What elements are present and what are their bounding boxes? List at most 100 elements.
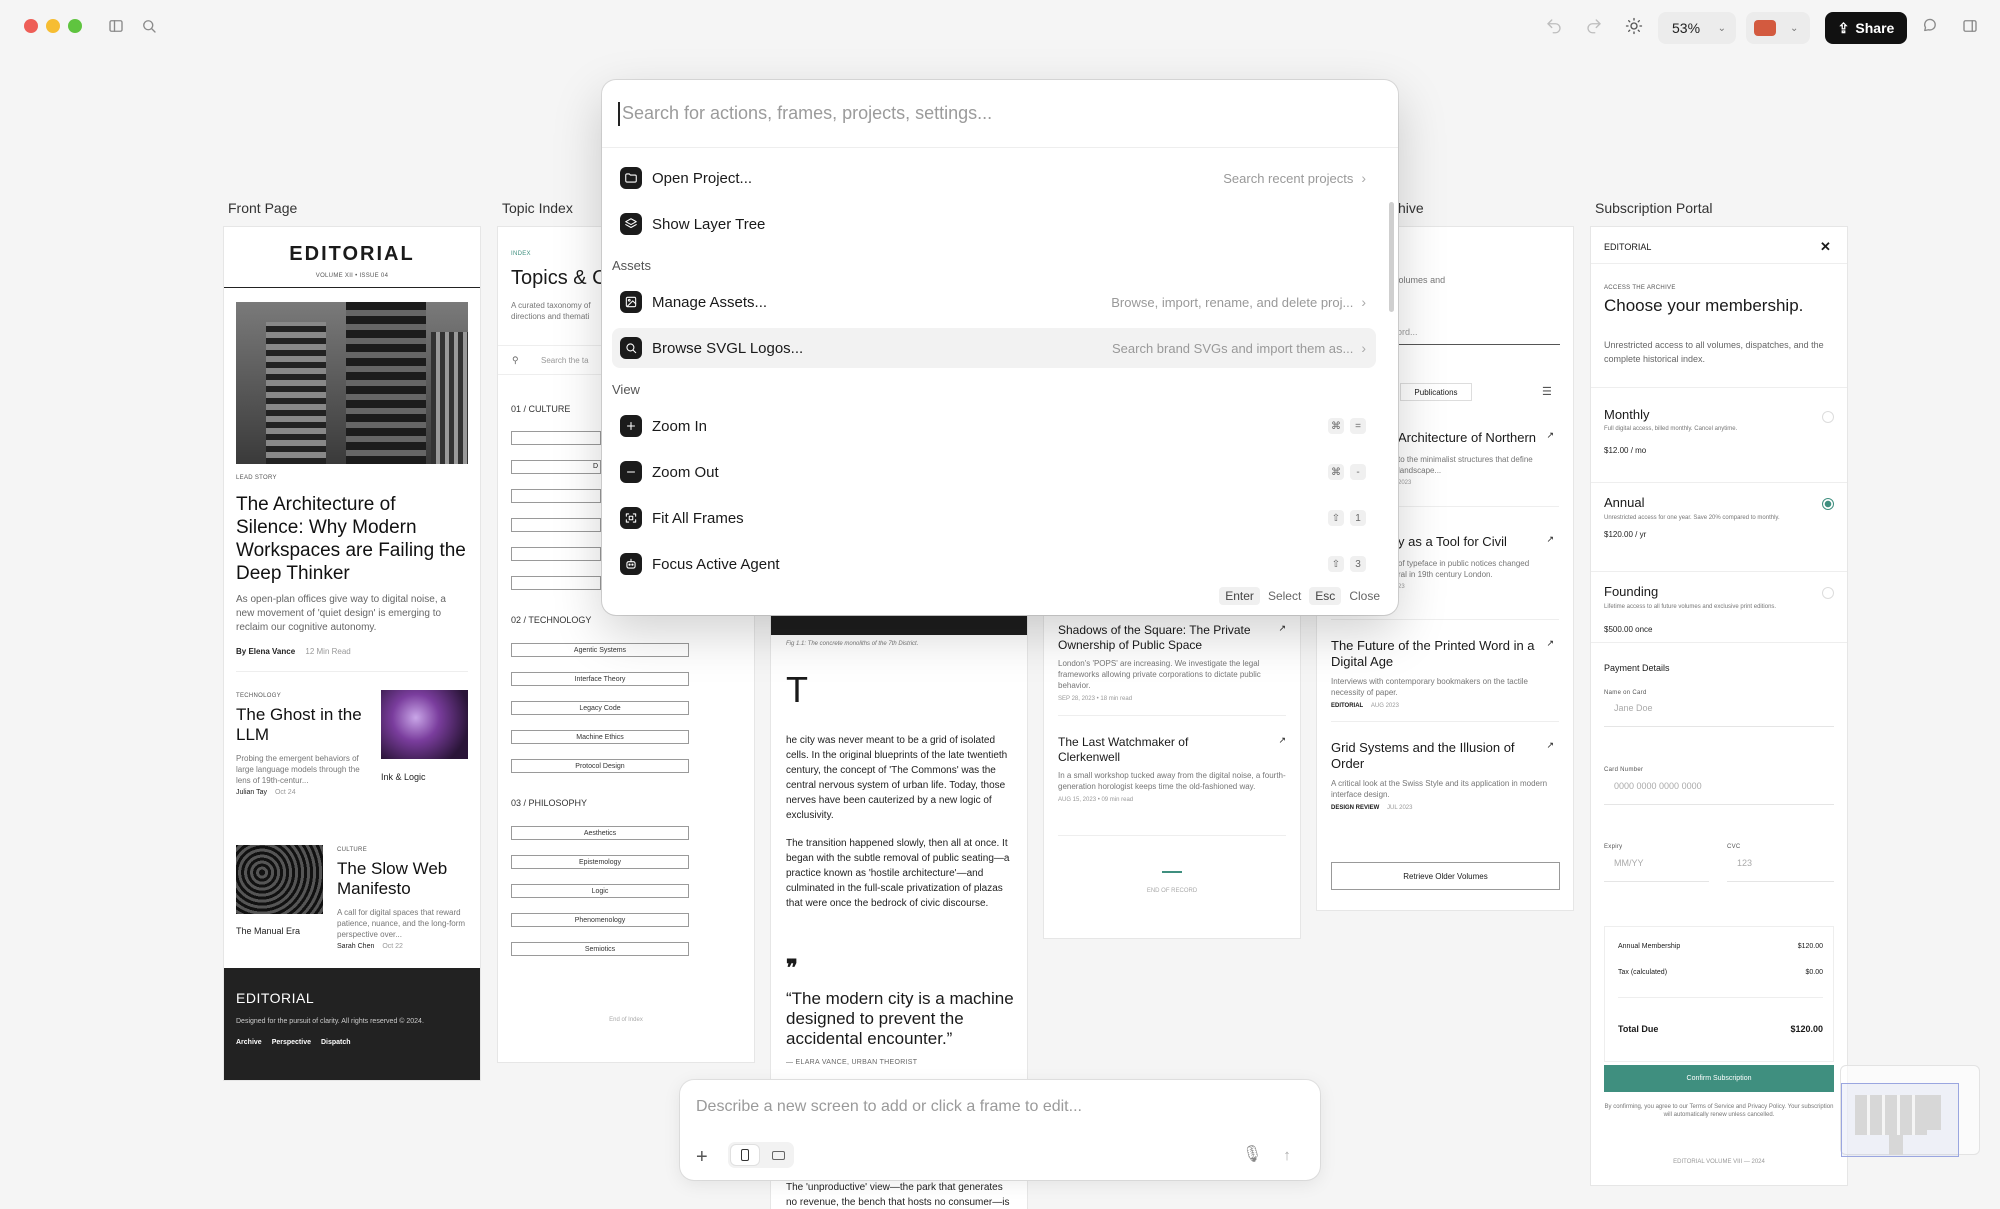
palette-item-focus-active-agent[interactable]: Focus Active Agent ⇧ 3 [612, 544, 1376, 584]
add-icon[interactable]: + [696, 1146, 708, 1169]
topic-machine-ethics[interactable]: Machine Ethics [511, 730, 689, 744]
redo-icon[interactable] [1582, 14, 1606, 38]
comments-icon[interactable] [1918, 14, 1942, 38]
panel-toggle-icon[interactable] [1958, 14, 1982, 38]
lead-title[interactable]: The Architecture of Silence: Why Modern … [236, 493, 468, 585]
topic-logic[interactable]: Logic [511, 884, 689, 898]
plan-founding-radio[interactable] [1822, 587, 1834, 599]
story3-image[interactable] [236, 845, 323, 914]
frame-label-front-page[interactable]: Front Page [228, 200, 297, 216]
dispatch-frame[interactable]: Shadows of the Square: The Private Owner… [1044, 615, 1300, 938]
topic-culture-6[interactable] [511, 576, 601, 590]
share-button[interactable]: ⇪ Share [1825, 12, 1907, 44]
close-icon[interactable]: ✕ [1820, 239, 1831, 255]
agent-selector[interactable]: ⌄ [1746, 12, 1810, 44]
close-hint[interactable]: Close [1349, 589, 1380, 603]
footer-links: Archive Perspective Dispatch [236, 1039, 468, 1046]
subscription-frame[interactable]: EDITORIAL ✕ ACCESS THE ARCHIVE Choose yo… [1591, 227, 1847, 1185]
footer-link-dispatch[interactable]: Dispatch [321, 1039, 351, 1046]
expiry-placeholder: MM/YY [1614, 858, 1644, 868]
topic-epistemology[interactable]: Epistemology [511, 855, 689, 869]
story2-title[interactable]: The Ghost in the LLM [236, 705, 366, 745]
plan-annual-radio-selected[interactable] [1822, 498, 1834, 510]
palette-search[interactable] [602, 80, 1398, 148]
topic-culture-2[interactable]: D [511, 460, 601, 474]
zoom-select[interactable]: 53% ⌄ [1658, 12, 1736, 44]
minimap[interactable] [1840, 1065, 1980, 1157]
topic-aesthetics[interactable]: Aesthetics [511, 826, 689, 840]
palette-item-open-project[interactable]: Open Project... Search recent projects › [612, 158, 1376, 198]
topic-culture-3[interactable] [511, 489, 601, 503]
story3-title[interactable]: The Slow Web Manifesto [337, 859, 472, 899]
archive-item[interactable]: Grid Systems and the Illusion of Order A… [1331, 740, 1560, 811]
article-paragraph-1: he city was never meant to be a grid of … [786, 735, 1008, 821]
plan-monthly-radio[interactable] [1822, 411, 1834, 423]
footer-link-perspective[interactable]: Perspective [272, 1039, 311, 1046]
palette-search-input[interactable] [622, 103, 1342, 124]
frame-label-subscription[interactable]: Subscription Portal [1595, 200, 1713, 216]
microphone-icon[interactable]: 🎙 [1242, 1144, 1262, 1164]
order-summary: Annual Membership $120.00 Tax (calculated… [1604, 926, 1834, 1062]
expiry-input[interactable]: MM/YY [1604, 858, 1709, 882]
lead-byline: By Elena Vance 12 Min Read [236, 647, 351, 656]
mobile-icon[interactable] [731, 1145, 759, 1165]
fit-frames-icon [620, 507, 642, 529]
topic-phenomenology[interactable]: Phenomenology [511, 913, 689, 927]
filter-settings-icon[interactable]: ☰ [1542, 385, 1552, 398]
window-maximize-button[interactable] [68, 19, 82, 33]
external-link-icon: ↗ [1278, 735, 1286, 745]
palette-scrollbar[interactable] [1389, 202, 1394, 312]
palette-item-zoom-out[interactable]: Zoom Out ⌘ - [612, 452, 1376, 492]
topic-culture-4[interactable] [511, 518, 601, 532]
palette-item-label: Open Project... [652, 169, 753, 187]
command-palette[interactable]: Open Project... Search recent projects ›… [602, 80, 1398, 615]
palette-item-browse-svgl-logos[interactable]: Browse SVGL Logos... Search brand SVGs a… [612, 328, 1376, 368]
footer-link-archive[interactable]: Archive [236, 1039, 262, 1046]
story2-image[interactable] [381, 690, 468, 759]
dispatch-item[interactable]: Shadows of the Square: The Private Owner… [1058, 623, 1286, 702]
front-page-frame[interactable]: EDITORIAL VOLUME XII • ISSUE 04 LEAD STO… [224, 227, 480, 1080]
palette-item-fit-all-frames[interactable]: Fit All Frames ⇧ 1 [612, 498, 1376, 538]
card-number-input[interactable]: 0000 0000 0000 0000 [1604, 781, 1834, 805]
total-row: Total Due $120.00 [1618, 1024, 1823, 1034]
topic-semiotics[interactable]: Semiotics [511, 942, 689, 956]
frame-label-topic-index[interactable]: Topic Index [502, 200, 573, 216]
send-icon[interactable]: ↑ [1276, 1144, 1298, 1166]
cvc-input[interactable]: 123 [1727, 858, 1834, 882]
filter-chip-publications[interactable]: Publications [1400, 383, 1472, 401]
topic-culture-5[interactable] [511, 547, 601, 561]
search-icon[interactable] [137, 14, 161, 38]
lead-image[interactable] [236, 302, 468, 464]
window-minimize-button[interactable] [46, 19, 60, 33]
archive-item-date: JUL 2023 [1387, 805, 1413, 811]
external-link-icon: ↗ [1546, 534, 1554, 544]
palette-item-zoom-in[interactable]: Zoom In ⌘ = [612, 406, 1376, 446]
plan-annual[interactable]: Annual Unrestricted access for one year.… [1604, 483, 1834, 571]
palette-item-manage-assets[interactable]: Manage Assets... Browse, import, rename,… [612, 282, 1376, 322]
name-on-card-input[interactable]: Jane Doe [1604, 703, 1834, 727]
chevron-down-icon: ⌄ [1717, 22, 1726, 34]
confirm-subscription-button[interactable]: Confirm Subscription [1604, 1065, 1834, 1092]
topic-interface-theory[interactable]: Interface Theory [511, 672, 689, 686]
desktop-icon[interactable] [764, 1145, 792, 1165]
topic-agentic-systems[interactable]: Agentic Systems [511, 643, 689, 657]
plan-monthly[interactable]: Monthly Full digital access, billed mont… [1604, 399, 1834, 483]
topic-protocol-design[interactable]: Protocol Design [511, 759, 689, 773]
article-hero-image[interactable] [771, 615, 1027, 635]
archive-item[interactable]: The Future of the Printed Word in a Digi… [1331, 638, 1560, 709]
article-dropcap: T [786, 669, 808, 710]
summary-label: Annual Membership [1618, 943, 1681, 950]
topic-legacy-code[interactable]: Legacy Code [511, 701, 689, 715]
dispatch-item[interactable]: The Last Watchmaker of Clerkenwell In a … [1058, 735, 1286, 803]
retrieve-older-button[interactable]: Retrieve Older Volumes [1331, 862, 1560, 890]
window-close-button[interactable] [24, 19, 38, 33]
prompt-input[interactable] [696, 1098, 1296, 1116]
plan-founding[interactable]: Founding Lifetime access to all future v… [1604, 572, 1834, 656]
theme-sun-icon[interactable] [1622, 14, 1646, 38]
sidebar-toggle-icon[interactable] [104, 14, 128, 38]
prompt-bar[interactable]: + 🎙 ↑ [680, 1080, 1320, 1180]
frame-label-archive[interactable]: hive [1398, 200, 1424, 216]
undo-icon[interactable] [1542, 14, 1566, 38]
palette-item-show-layer-tree[interactable]: Show Layer Tree [612, 204, 1376, 244]
topic-culture-1[interactable] [511, 431, 601, 445]
